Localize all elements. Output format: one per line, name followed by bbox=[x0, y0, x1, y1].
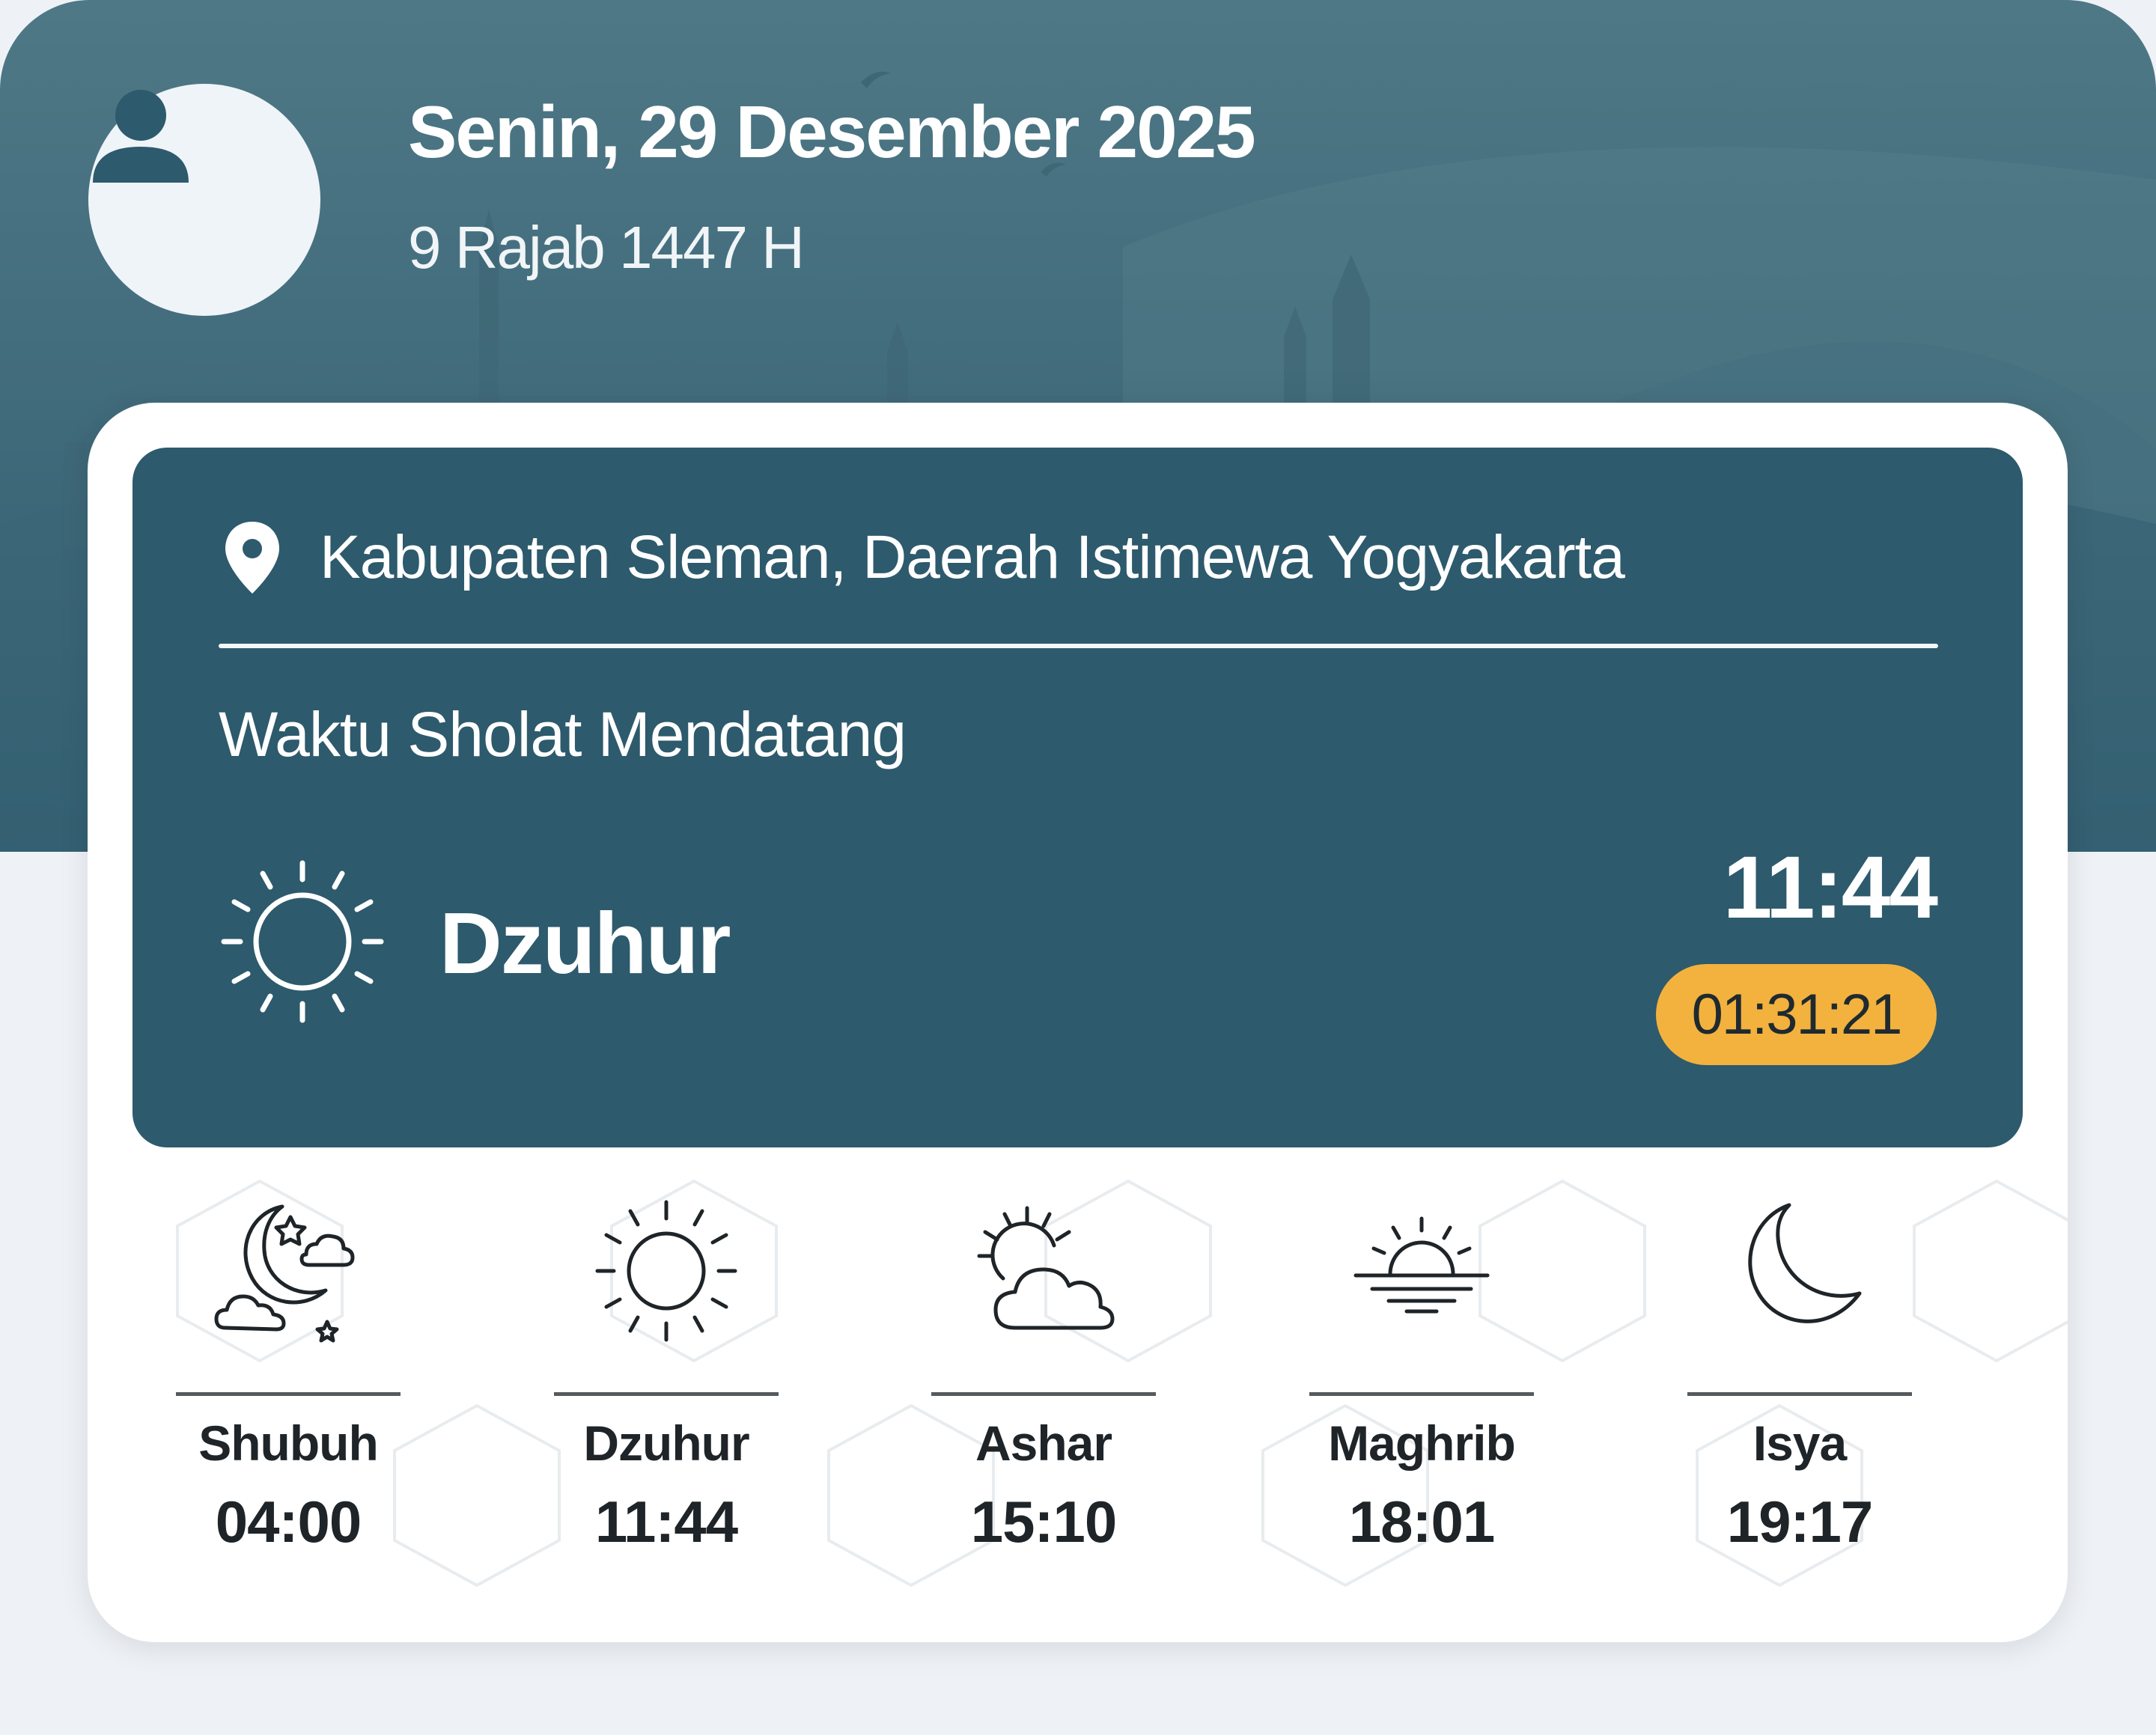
prayer-item-isya[interactable]: Isya 19:17 bbox=[1687, 1196, 1912, 1585]
sun-icon bbox=[595, 1200, 737, 1342]
prayer-item-maghrib[interactable]: Maghrib 18:01 bbox=[1309, 1196, 1534, 1585]
prayer-divider bbox=[554, 1392, 779, 1396]
prayer-name: Ashar bbox=[975, 1415, 1112, 1471]
prayer-item-dzuhur[interactable]: Dzuhur 11:44 bbox=[554, 1196, 779, 1585]
prayer-time: 04:00 bbox=[215, 1489, 362, 1555]
user-icon bbox=[93, 90, 189, 183]
location-row[interactable]: Kabupaten Sleman, Daerah Istimewa Yogyak… bbox=[222, 519, 1625, 597]
gregorian-date: Senin, 29 Desember 2025 bbox=[408, 91, 1256, 173]
countdown-badge: 01:31:21 bbox=[1656, 964, 1937, 1065]
upcoming-prayer-label: Waktu Sholat Mendatang bbox=[219, 699, 907, 769]
next-prayer-time: 11:44 bbox=[1723, 838, 1938, 937]
prayer-item-shubuh[interactable]: Shubuh 04:00 bbox=[176, 1196, 401, 1585]
crescent-moon-icon bbox=[1748, 1203, 1862, 1323]
prayer-times-list: Shubuh 04:00 Dzuhur 11:44 Ashar 15:10 Ma… bbox=[88, 1196, 2068, 1585]
prayer-time: 15:10 bbox=[970, 1489, 1118, 1555]
prayer-divider bbox=[1309, 1392, 1534, 1396]
prayer-divider bbox=[1687, 1392, 1912, 1396]
sun-cloud-icon bbox=[977, 1206, 1115, 1330]
prayer-time: 11:44 bbox=[594, 1489, 738, 1555]
prayer-name: Dzuhur bbox=[583, 1415, 749, 1471]
location-pin-icon bbox=[225, 522, 279, 594]
prayer-name: Maghrib bbox=[1328, 1415, 1516, 1471]
prayer-divider bbox=[176, 1392, 401, 1396]
prayer-times-card: Kabupaten Sleman, Daerah Istimewa Yogyak… bbox=[88, 403, 2068, 1642]
prayer-name: Isya bbox=[1752, 1415, 1847, 1471]
prayer-name: Shubuh bbox=[198, 1415, 379, 1471]
moon-stars-cloud-icon bbox=[214, 1204, 355, 1343]
prayer-time: 19:17 bbox=[1726, 1489, 1874, 1555]
avatar[interactable] bbox=[88, 84, 320, 316]
hijri-date: 9 Rajab 1447 H bbox=[408, 214, 805, 281]
next-prayer-name: Dzuhur bbox=[439, 894, 731, 992]
location-text: Kabupaten Sleman, Daerah Istimewa Yogyak… bbox=[320, 523, 1625, 591]
sunset-icon bbox=[1353, 1216, 1490, 1314]
prayer-divider bbox=[931, 1392, 1156, 1396]
prayer-time: 18:01 bbox=[1348, 1489, 1496, 1555]
sun-icon bbox=[221, 860, 384, 1023]
next-prayer-panel: Kabupaten Sleman, Daerah Istimewa Yogyak… bbox=[133, 448, 2023, 1147]
divider bbox=[219, 644, 1938, 648]
prayer-item-ashar[interactable]: Ashar 15:10 bbox=[931, 1196, 1156, 1585]
